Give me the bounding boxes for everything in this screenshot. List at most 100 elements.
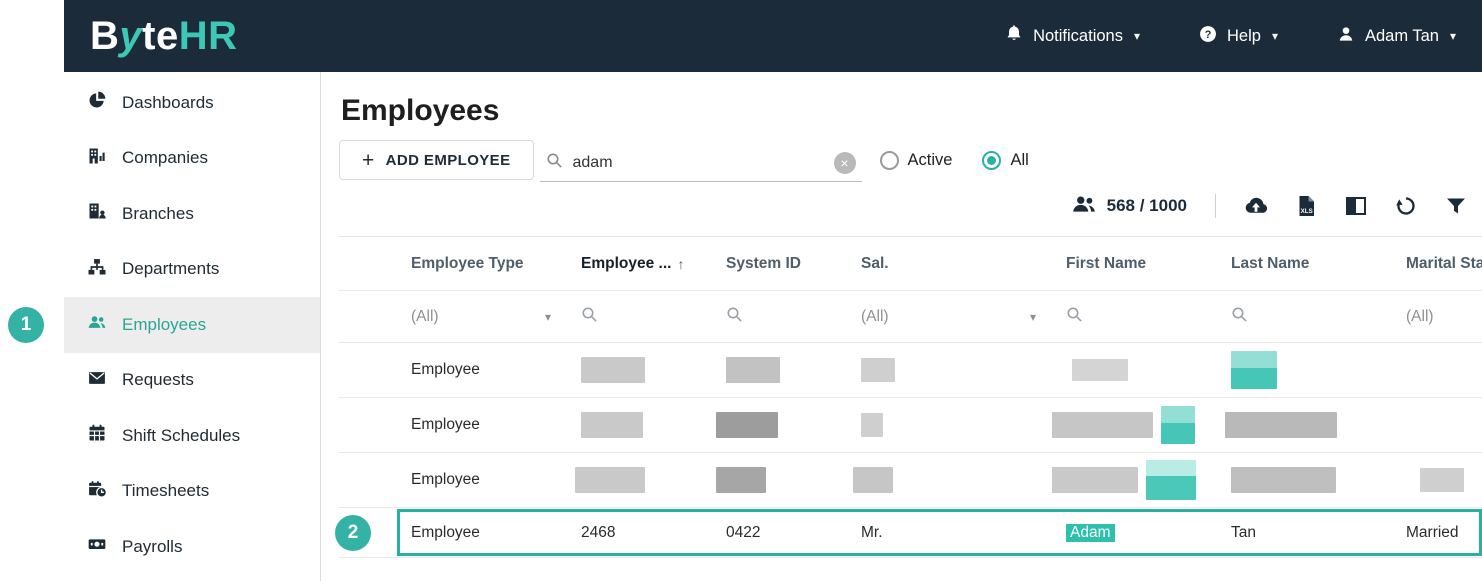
annotation-badge-1: 1 <box>8 307 44 343</box>
last-name-cell <box>1217 412 1392 438</box>
sal-cell <box>847 358 1052 382</box>
search-match-highlight: Adam <box>1066 523 1115 542</box>
notifications-menu[interactable]: Notifications ▾ <box>1004 24 1140 49</box>
employee-no-cell <box>567 357 712 383</box>
branch-icon <box>87 201 107 226</box>
add-employee-button[interactable]: + ADD EMPLOYEE <box>339 140 534 180</box>
refresh-icon[interactable] <box>1394 194 1418 218</box>
sidebar-item-employees[interactable]: Employees <box>64 297 320 353</box>
system-id-cell: 0422 <box>726 523 761 541</box>
search-input[interactable] <box>572 153 834 172</box>
redacted-data <box>1225 412 1337 438</box>
radio-active-label: Active <box>907 150 953 169</box>
calendar-clock-icon <box>87 479 108 504</box>
header-marital-status[interactable]: Marital Sta <box>1392 255 1482 273</box>
record-count-text: 568 / 1000 <box>1106 196 1187 215</box>
chevron-down-icon: ▾ <box>1449 29 1456 43</box>
table-header-row: Employee Type Employee ... ↑ System ID S… <box>339 237 1482 291</box>
sidebar-item-payrolls[interactable]: Payrolls <box>64 519 320 575</box>
filter-employee-type-select[interactable]: (All) ▾ <box>397 308 567 326</box>
employees-table: Employee Type Employee ... ↑ System ID S… <box>335 236 1482 558</box>
employee-no-cell: 2468 <box>581 523 616 541</box>
last-name-cell <box>1217 351 1392 389</box>
page-title: Employees <box>341 94 500 127</box>
radio-circle-icon <box>982 150 1002 170</box>
table-row[interactable]: Employee <box>339 343 1482 398</box>
company-icon <box>87 146 107 171</box>
sidebar-item-requests[interactable]: Requests <box>64 353 320 409</box>
user-icon <box>1336 24 1356 49</box>
export-xls-icon[interactable]: XLS <box>1294 194 1318 218</box>
header-employee-no[interactable]: Employee ... ↑ <box>567 255 712 273</box>
user-name: Adam Tan <box>1364 26 1439 45</box>
header-last-name[interactable]: Last Name <box>1217 255 1392 273</box>
filter-system-id-search[interactable] <box>712 306 847 328</box>
help-label: Help <box>1227 26 1261 45</box>
redacted-data <box>1072 359 1128 381</box>
radio-all[interactable]: All <box>982 150 1029 170</box>
search-icon <box>581 306 598 327</box>
filter-sal-select[interactable]: (All) ▾ <box>847 308 1052 326</box>
logo-text-y: y <box>119 13 143 58</box>
add-employee-label: ADD EMPLOYEE <box>385 151 511 169</box>
sort-ascending-icon: ↑ <box>677 255 685 272</box>
filter-last-name-search[interactable] <box>1217 306 1392 328</box>
clear-search-icon[interactable]: × <box>833 151 856 174</box>
last-name-cell <box>1217 467 1392 493</box>
search-icon <box>726 306 743 327</box>
toolbar-divider <box>1215 194 1216 218</box>
redacted-match-data <box>1161 406 1195 444</box>
people-icon <box>87 312 107 337</box>
redacted-data <box>1420 468 1464 492</box>
employee-type-cell: Employee <box>411 523 480 541</box>
people-icon <box>1071 191 1097 222</box>
filter-first-name-search[interactable] <box>1052 306 1217 328</box>
sidebar-item-label: Requests <box>122 370 194 390</box>
employee-no-cell <box>567 412 712 438</box>
sidebar-item-timesheets[interactable]: Timesheets <box>64 464 320 520</box>
cloud-upload-icon[interactable] <box>1244 194 1268 218</box>
employee-type-cell: Employee <box>411 471 480 488</box>
help-menu[interactable]: ? Help ▾ <box>1198 24 1278 49</box>
search-box: × <box>539 144 862 182</box>
filter-icon[interactable] <box>1444 194 1468 218</box>
bytehr-logo[interactable]: By te HR <box>90 14 238 59</box>
sidebar-item-departments[interactable]: Departments <box>64 242 320 298</box>
header-first-name[interactable]: First Name <box>1052 255 1217 273</box>
table-row-adam-tan[interactable]: 2 Employee 2468 0422 Mr. Adam Tan Marrie… <box>335 508 1482 558</box>
user-menu[interactable]: Adam Tan ▾ <box>1336 24 1456 49</box>
sidebar-item-dashboards[interactable]: Dashboards <box>64 75 320 131</box>
marital-status-cell: Married <box>1406 523 1459 541</box>
sidebar-item-shift-schedules[interactable]: Shift Schedules <box>64 408 320 464</box>
sidebar-item-label: Departments <box>122 259 220 279</box>
redacted-data <box>581 412 643 438</box>
main-content: Employees + ADD EMPLOYEE × Active <box>321 72 1482 581</box>
logo-text-te: te <box>142 13 179 58</box>
header-system-id[interactable]: System ID <box>712 255 847 273</box>
app-window: By te HR Notifications ▾ ? Help ▾ Adam T… <box>64 0 1482 581</box>
sidebar-item-label: Branches <box>122 203 194 223</box>
header-employee-type[interactable]: Employee Type <box>397 255 567 273</box>
redacted-data <box>581 357 645 383</box>
sidebar-item-companies[interactable]: Companies <box>64 131 320 187</box>
column-chooser-icon[interactable] <box>1344 194 1368 218</box>
redacted-data <box>575 467 645 493</box>
table-row[interactable]: Employee <box>339 398 1482 453</box>
header-sal[interactable]: Sal. <box>847 255 1052 273</box>
table-row[interactable]: Employee <box>339 453 1482 508</box>
redacted-data <box>853 467 893 493</box>
sidebar-item-label: Companies <box>122 148 208 168</box>
sidebar-item-branches[interactable]: Branches <box>64 186 320 242</box>
envelope-icon <box>87 368 107 393</box>
radio-all-label: All <box>1010 150 1029 169</box>
redacted-data <box>861 413 883 437</box>
sidebar-item-label: Shift Schedules <box>122 425 241 445</box>
filter-employee-no-search[interactable] <box>567 306 712 328</box>
sidebar-item-label: Employees <box>122 314 207 334</box>
radio-active[interactable]: Active <box>879 150 953 170</box>
chevron-down-icon: ▾ <box>544 309 551 324</box>
system-id-cell <box>712 412 847 438</box>
employee-type-cell: Employee <box>411 416 480 433</box>
filter-marital-status-select[interactable]: (All) <box>1392 308 1482 326</box>
redacted-data <box>716 412 778 438</box>
